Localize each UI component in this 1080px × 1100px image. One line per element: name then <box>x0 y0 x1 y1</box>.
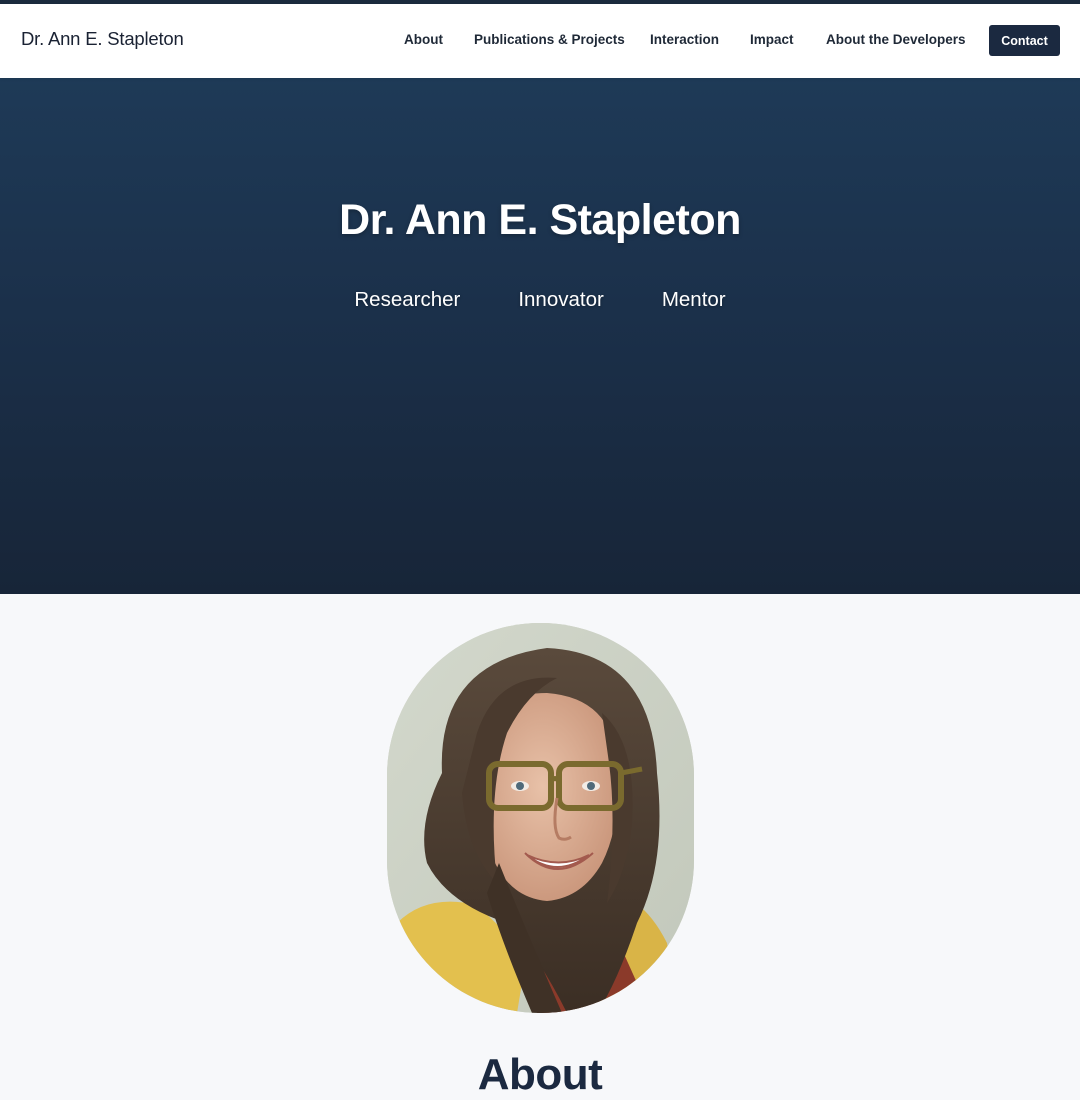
brand-link[interactable]: Dr. Ann E. Stapleton <box>21 28 184 50</box>
nav-impact[interactable]: Impact <box>750 32 794 47</box>
contact-button[interactable]: Contact <box>989 25 1060 56</box>
profile-photo <box>387 623 694 1013</box>
nav-publications[interactable]: Publications & Projects <box>474 32 625 47</box>
about-heading: About <box>477 1050 603 1099</box>
hero-title: Dr. Ann E. Stapleton <box>339 196 741 244</box>
role-mentor: Mentor <box>661 288 726 311</box>
nav-interaction[interactable]: Interaction <box>650 32 719 47</box>
hero-section: Dr. Ann E. Stapleton Researcher Innovato… <box>0 78 1080 594</box>
nav-about[interactable]: About <box>404 32 443 47</box>
navbar: Dr. Ann E. Stapleton About Publications … <box>0 4 1080 78</box>
role-innovator: Innovator <box>518 288 604 311</box>
nav-developers[interactable]: About the Developers <box>826 32 966 47</box>
hero-roles: Researcher Innovator Mentor <box>0 288 1080 312</box>
role-researcher: Researcher <box>354 288 461 311</box>
about-section: About <box>0 594 1080 1099</box>
